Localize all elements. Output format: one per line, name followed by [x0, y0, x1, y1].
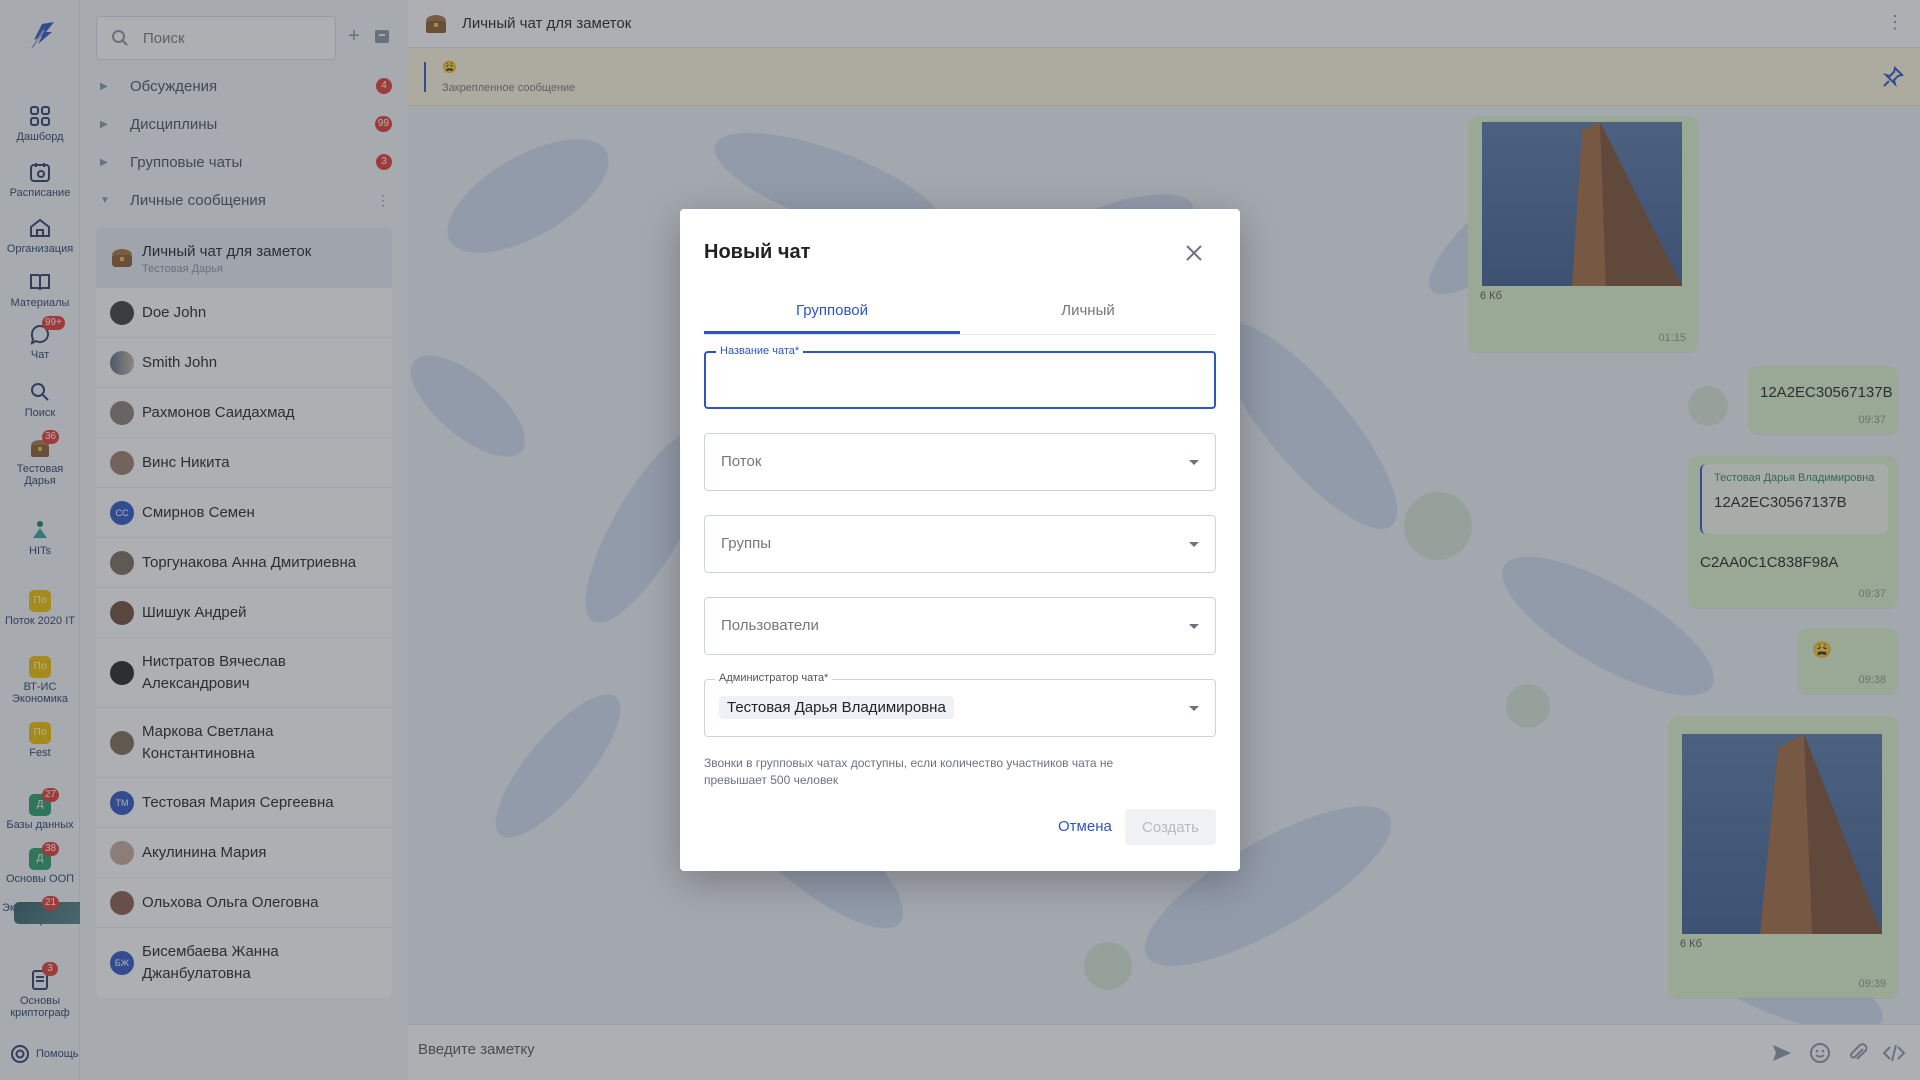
admin-select[interactable]: Администратор чата* Тестовая Дарья Влади…: [704, 672, 1216, 737]
chevron-down-icon: [1189, 542, 1199, 547]
tab-personal[interactable]: Личный: [960, 291, 1216, 334]
dialog-title: Новый чат: [704, 241, 811, 263]
users-select[interactable]: Пользователи: [704, 597, 1216, 655]
admin-chip[interactable]: Тестовая Дарья Владимировна: [719, 696, 954, 719]
chat-name-field[interactable]: Название чата*: [704, 345, 1216, 409]
new-chat-dialog: Новый чат Групповой Личный Название чата…: [680, 209, 1240, 871]
stream-select[interactable]: Поток: [704, 433, 1216, 491]
chevron-down-icon: [1189, 706, 1199, 711]
cancel-button[interactable]: Отмена: [1048, 809, 1122, 845]
calls-hint: Звонки в групповых чатах доступны, если …: [704, 756, 1114, 787]
chat-type-tabs: Групповой Личный: [704, 291, 1216, 335]
tab-group[interactable]: Групповой: [704, 291, 960, 334]
groups-select[interactable]: Группы: [704, 515, 1216, 573]
close-icon[interactable]: [1182, 241, 1206, 265]
chat-name-label: Название чата*: [716, 345, 804, 357]
chevron-down-icon: [1189, 624, 1199, 629]
admin-label: Администратор чата*: [715, 672, 833, 684]
create-button[interactable]: Создать: [1125, 809, 1216, 845]
chat-name-input[interactable]: [720, 375, 1200, 392]
chevron-down-icon: [1189, 460, 1199, 465]
